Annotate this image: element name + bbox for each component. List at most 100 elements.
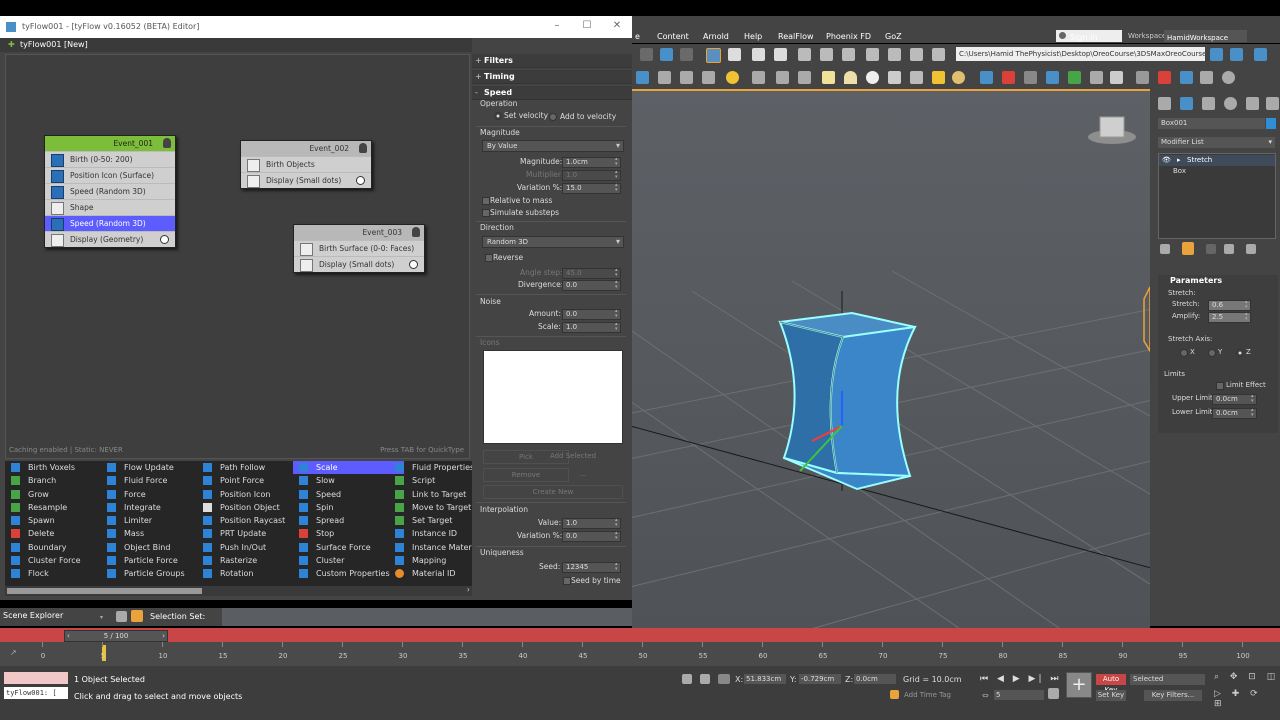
remove-button[interactable]: Remove [483, 468, 569, 482]
project-path-field[interactable]: C:\Users\Hamid ThePhysicist\Desktop\Oreo… [956, 47, 1205, 61]
palette-item[interactable]: Fluid Force [101, 474, 212, 487]
palette-item[interactable]: Scale [293, 461, 404, 475]
palette-item[interactable]: Slow [293, 474, 404, 487]
set-key-mode-button[interactable]: Set Key [1096, 690, 1126, 701]
toolbar-more-icon[interactable] [1254, 48, 1267, 61]
current-frame-field[interactable]: 5 [994, 690, 1044, 700]
rollout-timing[interactable]: Timing [472, 70, 632, 84]
close-icon[interactable]: ✕ [610, 20, 624, 34]
op-birth-surface[interactable]: Birth Surface (0-0: Faces) [294, 240, 424, 256]
sun-icon[interactable] [932, 71, 945, 84]
event-001-header[interactable]: Event_001 [45, 136, 175, 151]
auto-key-button[interactable]: Auto Key [1096, 674, 1126, 694]
time-config-icon[interactable] [1048, 688, 1059, 699]
place-icon[interactable] [866, 48, 879, 61]
chevron-right-icon[interactable]: › [162, 631, 165, 641]
coord-y-field[interactable]: -0.729cm [799, 674, 841, 684]
render-setup-icon[interactable] [658, 71, 671, 84]
palette-item[interactable]: Speed [293, 488, 404, 501]
palette-item[interactable]: Spread [293, 514, 404, 527]
palette-item[interactable]: Birth Voxels [5, 461, 116, 474]
palette-item[interactable]: Rotation [197, 567, 308, 580]
noise-scale-spinner[interactable]: 1.0 [562, 322, 621, 333]
snap-icon[interactable] [932, 48, 945, 61]
absolute-mode-icon[interactable] [718, 674, 730, 684]
motion-tab-icon[interactable] [1224, 97, 1237, 110]
palette-item[interactable]: Position Raycast [197, 514, 308, 527]
op-birth-objects[interactable]: Birth Objects [241, 156, 371, 172]
time-slider-thumb[interactable]: ‹ 5 / 100 › [64, 630, 168, 642]
multiplier-spinner[interactable]: 1.0 [562, 170, 621, 181]
set-key-button[interactable]: + [1066, 672, 1092, 698]
show-end-result-icon[interactable] [1182, 242, 1194, 255]
lock-icon[interactable] [700, 674, 710, 684]
rollout-speed[interactable]: Speed [472, 86, 632, 100]
eye-icon[interactable]: 👁 [1162, 155, 1171, 166]
palette-item[interactable]: Particle Force [101, 554, 212, 567]
palette-item[interactable]: Flock [5, 567, 116, 580]
amplify-spinner[interactable]: 2.5 [1208, 312, 1251, 323]
tab-new[interactable]: [New] [64, 40, 88, 49]
move-icon[interactable] [798, 48, 811, 61]
configure-sets-icon[interactable] [1246, 244, 1256, 254]
palette-item[interactable]: Flow Update [101, 461, 212, 474]
select-manipulate-icon[interactable] [910, 48, 923, 61]
layers-icon[interactable] [116, 611, 127, 622]
magnitude-mode-dropdown[interactable]: By Value [482, 140, 624, 152]
seed-by-time-checkbox[interactable] [563, 577, 571, 585]
set-velocity-radio[interactable] [494, 112, 502, 120]
maximize-icon[interactable]: ☐ [580, 20, 594, 34]
display-tab-icon[interactable] [1246, 97, 1259, 110]
hand-icon[interactable] [1068, 71, 1081, 84]
modifier-list-dropdown[interactable]: Modifier List ▾ [1158, 137, 1275, 148]
menu-item-partial[interactable]: e [635, 32, 640, 41]
menu-content[interactable]: Content [657, 32, 689, 41]
phoenix-icon[interactable] [1158, 71, 1171, 84]
palette-item[interactable]: Mass [101, 527, 212, 540]
output-connector-icon[interactable] [356, 176, 365, 185]
palette-item[interactable]: Integrate [101, 501, 212, 514]
fire-icon[interactable] [1002, 71, 1015, 84]
upper-limit-spinner[interactable]: 0.0cm [1212, 394, 1257, 405]
add-selected-button[interactable]: Add Selected [548, 450, 598, 462]
cloth-icon[interactable] [1136, 71, 1149, 84]
pivot-icon[interactable] [888, 48, 901, 61]
selection-set-icon[interactable] [131, 610, 143, 622]
output-connector-icon[interactable] [409, 260, 418, 269]
flow-canvas[interactable]: Event_001 Birth (0-50: 200) Position Ico… [5, 54, 470, 459]
tool-icon[interactable] [752, 71, 765, 84]
op-display-small-dots[interactable]: Display (Small dots) [241, 172, 371, 188]
icons-list[interactable] [483, 350, 623, 444]
axis-z-radio[interactable] [1236, 349, 1244, 357]
palette-item[interactable]: Delete [5, 527, 116, 540]
set-project-icon[interactable] [1230, 48, 1243, 61]
add-velocity-radio[interactable] [549, 113, 557, 121]
stack-item-box[interactable]: Box [1173, 167, 1186, 175]
ellipsis-button[interactable]: ... [568, 468, 598, 480]
palette-scrollbar[interactable]: › [5, 585, 472, 596]
maxscript-listener-white[interactable]: tyFlow001: [ [4, 687, 68, 699]
palette-item[interactable]: Stop [293, 527, 404, 540]
viewport-nav-icons[interactable]: ⌕ ✥ ⊡ ◫ [1214, 672, 1279, 682]
curve-editor-icon[interactable]: ↗ [10, 648, 17, 657]
modify-tab-icon[interactable] [1180, 97, 1193, 110]
cylinder-icon[interactable] [888, 71, 901, 84]
palette-item[interactable]: Resample [5, 501, 116, 514]
op-speed-2[interactable]: Speed (Random 3D) [45, 215, 175, 231]
unlink-icon[interactable] [680, 48, 693, 61]
op-birth[interactable]: Birth (0-50: 200) [45, 151, 175, 167]
bulb-icon[interactable] [412, 227, 420, 237]
sphere-icon[interactable] [866, 71, 879, 84]
menu-arnold[interactable]: Arnold [703, 32, 729, 41]
playback-controls[interactable]: ⏮ ◀ ▶ ▶| ⏭ [980, 674, 1061, 684]
create-new-button[interactable]: Create New [483, 485, 623, 499]
chevron-down-icon[interactable]: ▾ [100, 614, 103, 621]
palette-item[interactable]: Grow [5, 488, 116, 501]
menu-help[interactable]: Help [744, 32, 762, 41]
angle-step-spinner[interactable]: 45.0 [562, 268, 621, 279]
rollout-filters[interactable]: Filters [472, 54, 632, 68]
rect-select-icon[interactable] [752, 48, 765, 61]
hierarchy-tab-icon[interactable] [1202, 97, 1215, 110]
direction-mode-dropdown[interactable]: Random 3D [482, 236, 624, 248]
palette-item[interactable]: Spin [293, 501, 404, 514]
